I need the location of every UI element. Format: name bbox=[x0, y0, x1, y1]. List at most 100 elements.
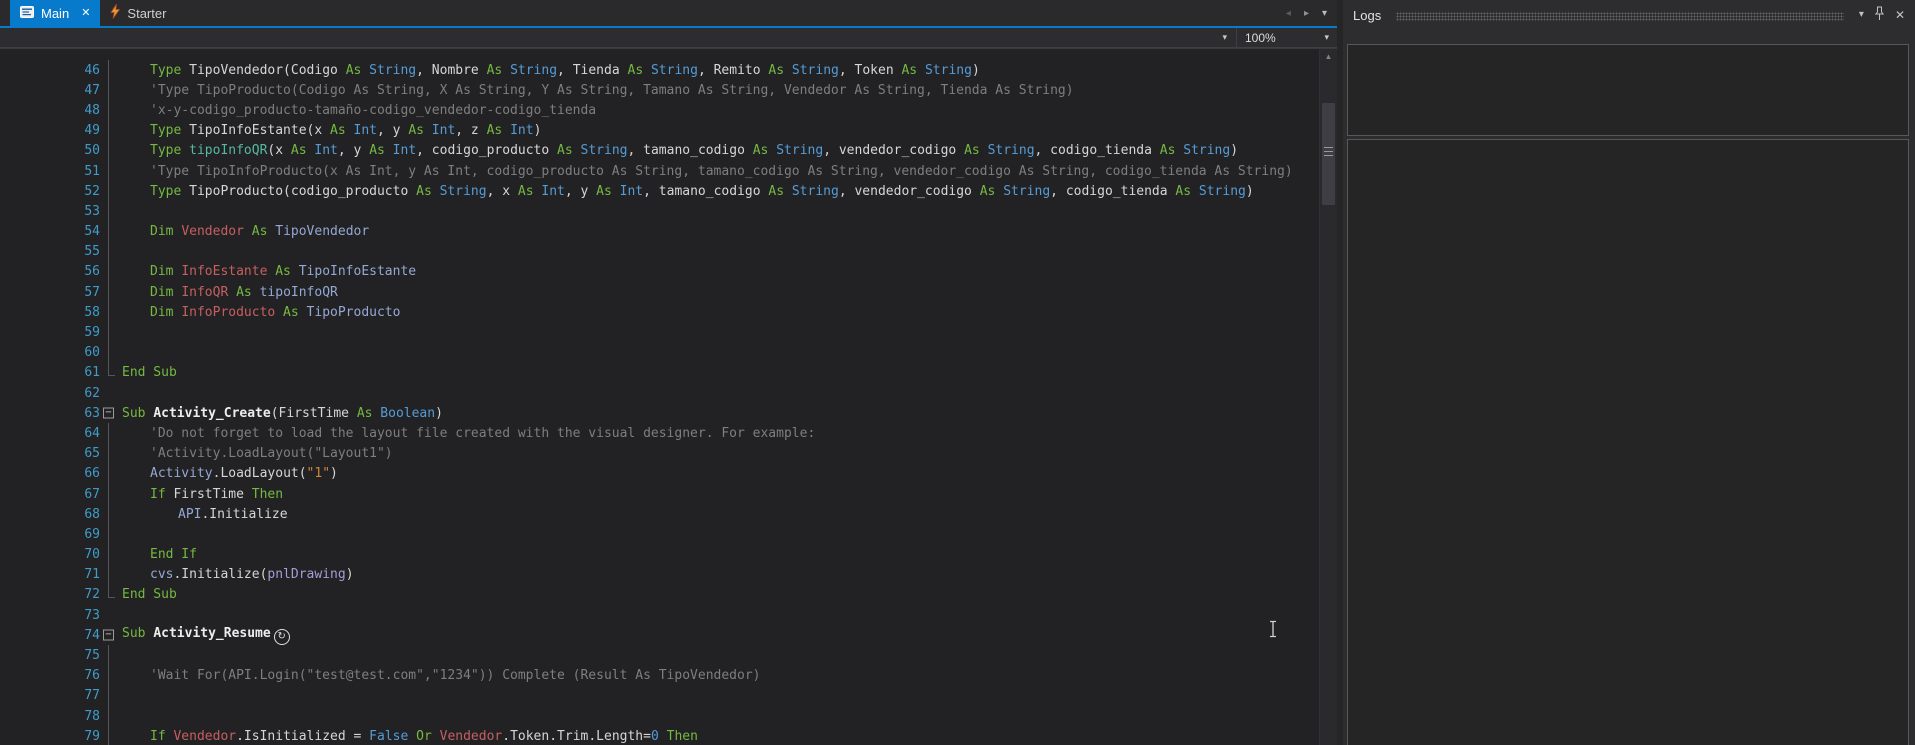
tab-main[interactable]: Main ✕ bbox=[10, 0, 101, 26]
line-number: 76 bbox=[84, 668, 100, 684]
tab-list-dropdown-icon[interactable]: ▾ bbox=[1322, 8, 1327, 19]
line-number: 47 bbox=[84, 82, 100, 98]
member-selector-combobox[interactable]: ▾ bbox=[0, 28, 1237, 47]
line-number: 68 bbox=[84, 506, 100, 522]
code-line: 62 bbox=[0, 383, 1320, 403]
code-line: 59 bbox=[0, 322, 1320, 343]
fold-column bbox=[100, 564, 118, 586]
close-icon[interactable]: ✕ bbox=[1895, 9, 1905, 21]
fold-column bbox=[100, 322, 118, 343]
tab-main-label: Main bbox=[41, 5, 70, 21]
code-line: 68 API.Initialize bbox=[0, 504, 1320, 525]
code-text: End Sub bbox=[122, 365, 177, 381]
code-text: If FirstTime Then bbox=[150, 486, 284, 502]
pin-icon[interactable] bbox=[1874, 6, 1885, 24]
code-text: 'Type TipoInfoProducto(x As Int, y As In… bbox=[150, 163, 1293, 179]
chevron-down-icon: ▾ bbox=[1324, 32, 1329, 42]
line-number: 48 bbox=[84, 102, 100, 118]
code-text: cvs.Initialize(pnlDrawing) bbox=[150, 567, 354, 583]
code-editor[interactable]: 46 Type TipoVendedor(Codigo As String, No… bbox=[0, 48, 1337, 745]
zoom-value: 100% bbox=[1245, 30, 1276, 45]
code-line: 66 Activity.LoadLayout("1") bbox=[0, 463, 1320, 485]
activity-window-icon bbox=[20, 5, 34, 21]
collapse-box-icon[interactable]: − bbox=[103, 629, 114, 641]
code-text: 'x-y-codigo_producto-tamaño-codigo_vende… bbox=[150, 102, 597, 118]
fold-column bbox=[100, 685, 118, 707]
fold-column bbox=[100, 463, 118, 485]
code-text: Dim InfoProducto As TipoProducto bbox=[150, 304, 401, 320]
line-number: 49 bbox=[84, 123, 100, 139]
module-tab-bar: Main ✕ Starter ◂ ▸ ▾ bbox=[0, 0, 1337, 26]
code-line: 48 'x-y-codigo_producto-tamaño-codigo_ven… bbox=[0, 100, 1320, 121]
code-line: 54 Dim Vendedor As TipoVendedor bbox=[0, 221, 1320, 242]
fold-column bbox=[100, 726, 118, 745]
editor-toolbar: ▾ 100% ▾ bbox=[0, 28, 1337, 48]
line-number: 65 bbox=[84, 446, 100, 462]
line-number: 54 bbox=[84, 224, 100, 240]
fold-column: − bbox=[100, 625, 118, 645]
panel-menu-chevron-icon[interactable]: ▾ bbox=[1859, 10, 1864, 20]
tab-starter-label: Starter bbox=[127, 5, 167, 21]
fold-column bbox=[100, 261, 118, 283]
line-number: 74 bbox=[84, 627, 100, 643]
fold-column bbox=[100, 120, 118, 141]
panel-drag-grip[interactable] bbox=[1396, 12, 1844, 21]
code-line: 77 bbox=[0, 685, 1320, 707]
fold-column bbox=[100, 241, 118, 263]
fold-column bbox=[100, 665, 118, 687]
nav-back-icon[interactable]: ◂ bbox=[1286, 8, 1291, 19]
ide-window: Main ✕ Starter ◂ ▸ ▾ ▾ 100% ▾ 46 Type Ti… bbox=[0, 0, 1915, 745]
fold-column bbox=[100, 80, 118, 101]
fold-column bbox=[100, 605, 118, 625]
fold-column: − bbox=[100, 403, 118, 423]
line-number: 52 bbox=[84, 183, 100, 199]
code-line: 71 cvs.Initialize(pnlDrawing) bbox=[0, 564, 1320, 586]
code-line: 56 Dim InfoEstante As TipoInfoEstante bbox=[0, 261, 1320, 283]
code-text: If Vendedor.IsInitialized = False Or Ven… bbox=[150, 728, 698, 744]
code-text: API.Initialize bbox=[178, 506, 288, 522]
fold-column bbox=[100, 584, 118, 605]
scroll-up-icon[interactable]: ▲ bbox=[1320, 49, 1337, 65]
code-line: 52 Type TipoProducto(codigo_producto As S… bbox=[0, 181, 1320, 202]
tab-starter[interactable]: Starter bbox=[100, 0, 176, 26]
line-number: 67 bbox=[84, 486, 100, 502]
tab-navigation: ◂ ▸ ▾ bbox=[1286, 0, 1327, 26]
lightning-bolt-icon bbox=[110, 3, 121, 22]
code-line: 72 End Sub bbox=[0, 584, 1320, 605]
vertical-scrollbar[interactable]: ▲ bbox=[1319, 49, 1337, 745]
fold-column bbox=[100, 383, 118, 403]
fold-column bbox=[100, 282, 118, 303]
line-number: 46 bbox=[84, 62, 100, 78]
code-line: 50 Type tipoInfoQR(x As Int, y As Int, co… bbox=[0, 140, 1320, 162]
line-number: 66 bbox=[84, 466, 100, 482]
line-number: 71 bbox=[84, 567, 100, 583]
fold-column bbox=[100, 160, 118, 182]
code-line: 60 bbox=[0, 342, 1320, 364]
fold-column bbox=[100, 221, 118, 242]
collapse-box-icon[interactable]: − bbox=[103, 407, 114, 419]
fold-column bbox=[100, 423, 118, 444]
nav-forward-icon[interactable]: ▸ bbox=[1304, 8, 1309, 19]
line-number: 78 bbox=[84, 708, 100, 724]
logs-panel: Logs ▾ ✕ bbox=[1343, 0, 1915, 745]
editor-pane: Main ✕ Starter ◂ ▸ ▾ ▾ 100% ▾ 46 Type Ti… bbox=[0, 0, 1337, 745]
code-line: 67 If FirstTime Then bbox=[0, 483, 1320, 505]
fold-column bbox=[100, 60, 118, 81]
zoom-combobox[interactable]: 100% ▾ bbox=[1237, 28, 1337, 47]
line-number: 59 bbox=[84, 325, 100, 341]
code-line: 75 bbox=[0, 645, 1320, 666]
line-number: 63 bbox=[84, 405, 100, 421]
code-text: 'Type TipoProducto(Codigo As String, X A… bbox=[150, 82, 1074, 98]
fold-column bbox=[100, 443, 118, 464]
code-line: 78 bbox=[0, 706, 1320, 727]
code-text: End If bbox=[150, 547, 197, 563]
code-text: Type TipoInfoEstante(x As Int, y As Int,… bbox=[150, 123, 542, 139]
code-line: 61 End Sub bbox=[0, 362, 1320, 383]
scrollbar-thumb[interactable] bbox=[1322, 103, 1335, 205]
code-text: 'Wait For(API.Login("test@test.com","123… bbox=[150, 668, 761, 684]
close-icon[interactable]: ✕ bbox=[81, 7, 90, 19]
line-number: 73 bbox=[84, 607, 100, 623]
code-lines: 46 Type TipoVendedor(Codigo As String, No… bbox=[0, 49, 1320, 745]
fold-column bbox=[100, 483, 118, 505]
code-line: 69 bbox=[0, 524, 1320, 545]
